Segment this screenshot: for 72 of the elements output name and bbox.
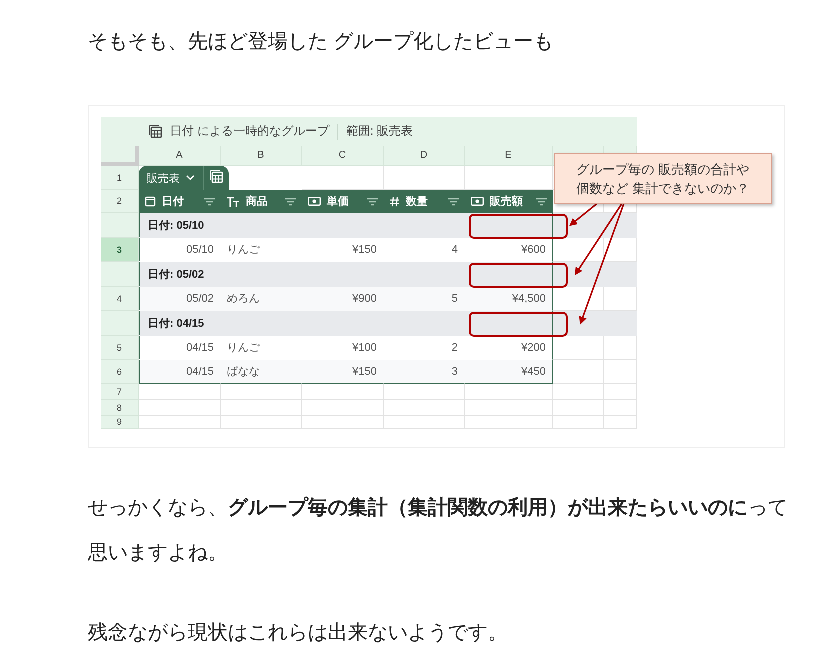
table-column-header[interactable]: 商品 [221, 190, 302, 213]
group-label: 日付 による一時的なグループ [170, 123, 330, 140]
row-number[interactable]: 5 [101, 336, 139, 360]
banknote-icon [471, 197, 484, 206]
row-number[interactable]: 2 [101, 190, 139, 213]
sheet-cell [604, 384, 637, 400]
banknote-icon [308, 197, 321, 206]
table-cell: ¥150 [302, 360, 384, 384]
sheet-cell [553, 384, 604, 400]
table-cell-text: りんご [226, 243, 261, 258]
filter-icon[interactable] [448, 198, 459, 206]
group-heading[interactable]: 日付: 05/02 [139, 262, 553, 287]
sheet-cell [604, 400, 637, 416]
row-number[interactable]: 6 [101, 360, 139, 384]
table-cell: ¥900 [302, 287, 384, 311]
row-number[interactable]: 4 [101, 287, 139, 311]
table-cell-text: ¥100 [352, 340, 378, 356]
row-number[interactable]: 1 [101, 166, 139, 190]
intro-text: そもそも、先ほど登場した グループ化したビューも [88, 30, 555, 55]
table-cell: 5 [384, 287, 465, 311]
row-number[interactable]: 7 [101, 384, 139, 400]
body-paragraph: 残念ながら現状はこれらは出来ないようです。 [88, 621, 509, 646]
table-cell: ばなな [221, 360, 302, 384]
table-cell-text: ¥150 [352, 242, 378, 258]
row-number[interactable]: 3 [101, 238, 139, 262]
sheet-cell [604, 416, 637, 429]
filter-icon[interactable] [285, 198, 296, 206]
hash-icon [390, 196, 400, 206]
column-header[interactable]: E [465, 146, 553, 166]
column-header[interactable]: C [302, 146, 384, 166]
sheet-cell [553, 416, 604, 429]
table-column-header[interactable]: 単価 [302, 190, 384, 213]
sheet-cell [604, 262, 637, 287]
body-paragraph: せっかくなら、グループ毎の集計（集計関数の利用）が出来たらいいのにって思いますよね。 [88, 496, 788, 566]
row-number[interactable]: 9 [101, 416, 139, 429]
table-cell: 3 [384, 360, 465, 384]
sheet-cell [553, 336, 604, 360]
group-heading[interactable]: 日付: 04/15 [139, 311, 553, 336]
table-column-header[interactable]: 日付 [139, 190, 221, 213]
range-label: 範囲: 販売表 [346, 123, 414, 140]
table-cell-text: 2 [450, 340, 459, 356]
sheet-cell [553, 360, 604, 384]
group-heading[interactable]: 日付: 05/10 [139, 213, 553, 238]
sheet-cell [553, 400, 604, 416]
sheet-cell [604, 311, 637, 336]
table-cell: めろん [221, 287, 302, 311]
filter-icon[interactable] [367, 198, 378, 206]
sheet-cell [604, 213, 637, 238]
table-cell: ¥4,500 [465, 287, 553, 311]
annotation-tooltip: グループ毎の 販売額の合計や 個数など 集計できないのか？ [554, 153, 772, 204]
column-header[interactable]: B [221, 146, 302, 166]
table-icon[interactable] [149, 125, 162, 138]
text-type-icon [227, 196, 240, 206]
column-header[interactable]: A [139, 146, 221, 166]
sheet-cell [604, 336, 637, 360]
table-name: 販売表 [147, 172, 180, 186]
table-cell-text: りんご [226, 341, 261, 356]
table-cell: ¥450 [465, 360, 553, 384]
table-tab[interactable]: 販売表 [139, 166, 229, 190]
filter-icon[interactable] [204, 198, 215, 206]
table-column-header[interactable]: 販売額 [465, 190, 553, 213]
column-header[interactable]: D [384, 146, 465, 166]
sheet-cell [604, 360, 637, 384]
filter-icon[interactable] [536, 198, 547, 206]
row-number[interactable]: 8 [101, 400, 139, 416]
calendar-icon [145, 196, 156, 207]
table-column-header[interactable]: 数量 [384, 190, 465, 213]
table-cell: 05/02 [139, 287, 221, 311]
table-cell: 04/15 [139, 360, 221, 384]
sheet-cell [553, 311, 604, 336]
table-cell-text: 4 [450, 242, 459, 258]
chevron-down-icon[interactable] [186, 175, 195, 181]
